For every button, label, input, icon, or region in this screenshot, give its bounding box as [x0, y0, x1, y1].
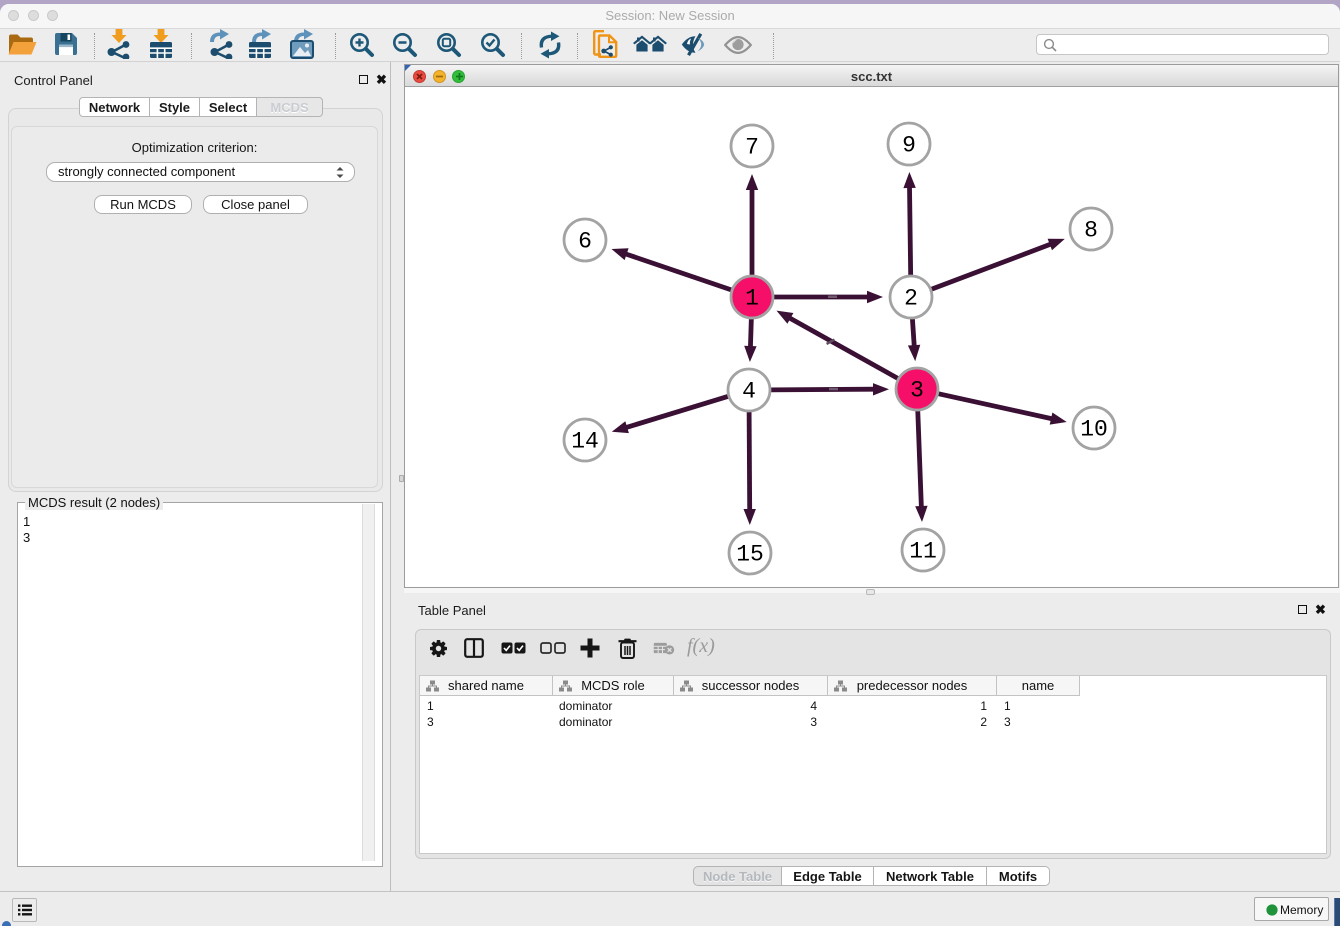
- svg-text:9: 9: [902, 133, 916, 159]
- svg-text:3: 3: [910, 378, 924, 404]
- svg-text:2: 2: [904, 286, 918, 312]
- svg-text:14: 14: [571, 429, 599, 455]
- svg-text:15: 15: [736, 542, 764, 568]
- svg-text:8: 8: [1084, 218, 1098, 244]
- svg-text:1: 1: [745, 286, 759, 312]
- svg-text:10: 10: [1080, 417, 1108, 443]
- svg-text:4: 4: [742, 379, 756, 405]
- svg-text:6: 6: [578, 229, 592, 255]
- svg-text:11: 11: [909, 539, 937, 565]
- svg-text:7: 7: [745, 135, 759, 161]
